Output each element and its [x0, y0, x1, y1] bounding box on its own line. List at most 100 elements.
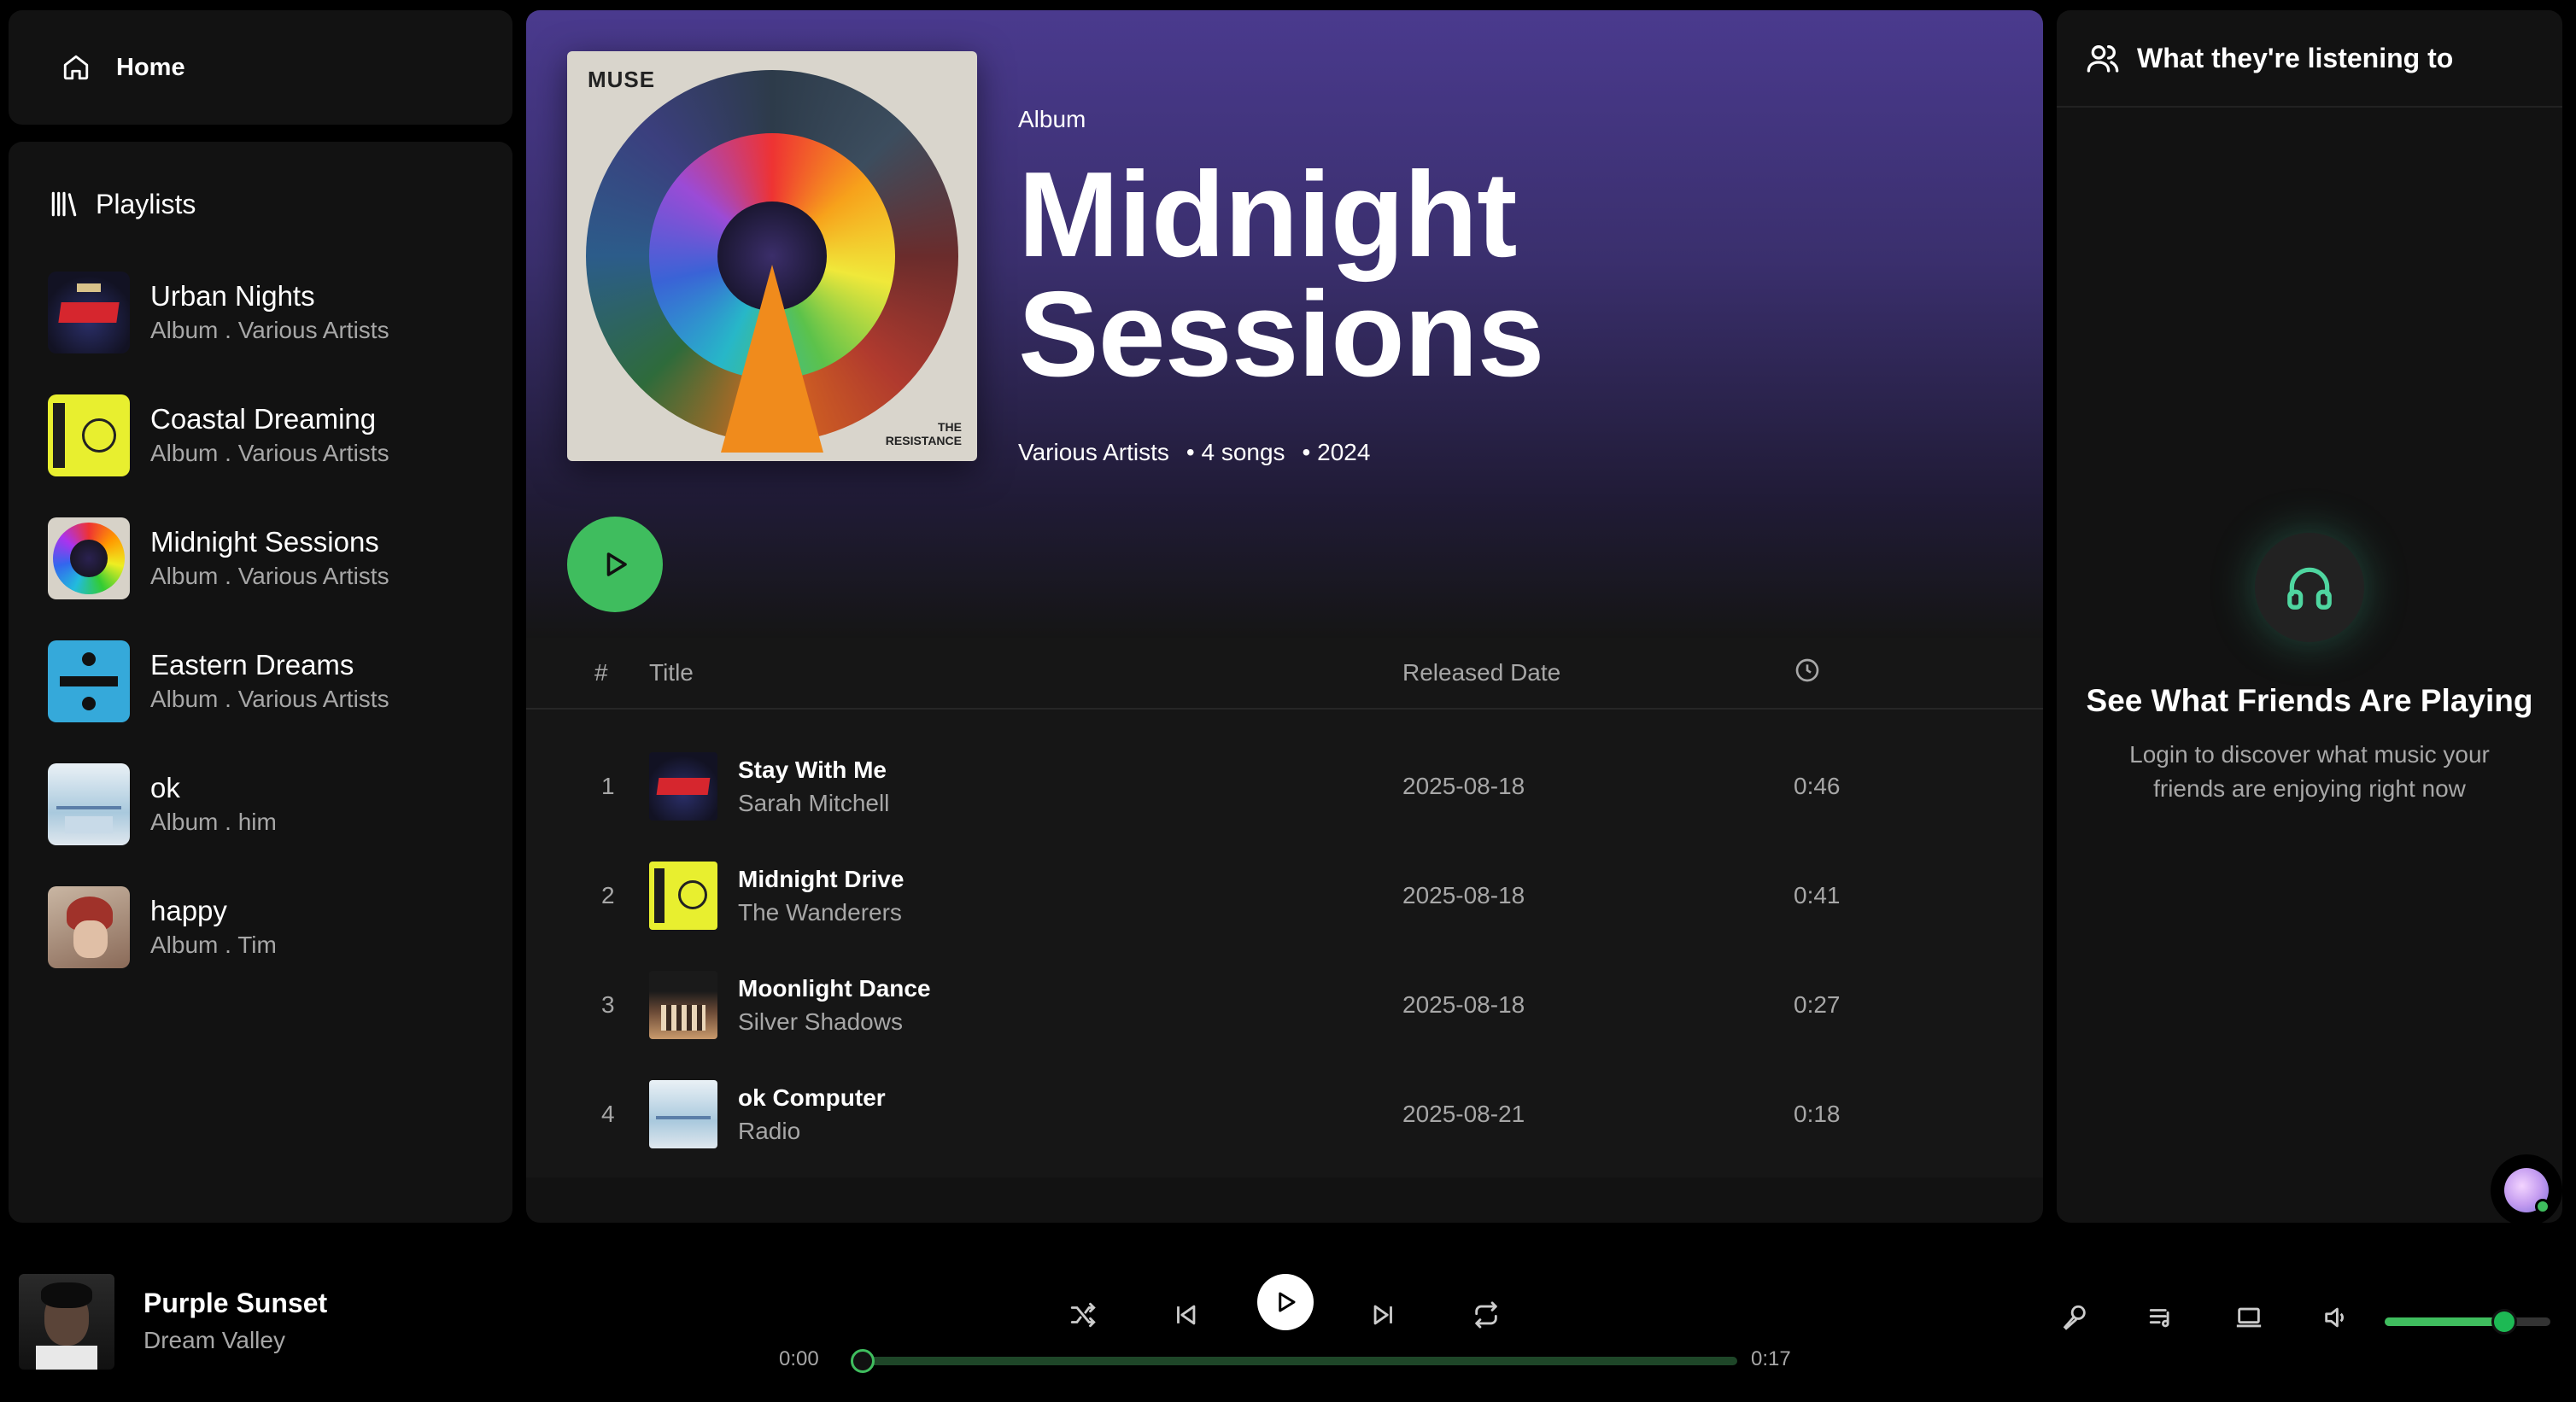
- album-meta: Various Artists • 4 songs • 2024: [1018, 439, 1371, 466]
- track-duration: 0:27: [1794, 991, 1841, 1018]
- track-duration: 0:46: [1794, 773, 1841, 799]
- track-art: [649, 971, 717, 1039]
- album-year: 2024: [1317, 439, 1371, 465]
- shuffle-button[interactable]: [1064, 1296, 1102, 1334]
- track-row[interactable]: 1 Stay With Me Sarah Mitchell 2025-08-18…: [526, 732, 2043, 841]
- track-title: Moonlight Dance: [738, 975, 931, 1002]
- playlist-title: Coastal Dreaming: [150, 403, 377, 435]
- cover-caption: THE RESISTANCE: [885, 420, 962, 447]
- resistance-cover: [48, 517, 130, 599]
- play-album-button[interactable]: [567, 517, 663, 612]
- now-playing-artist[interactable]: Dream Valley: [143, 1327, 285, 1354]
- playlist-item[interactable]: Midnight Sessions Album . Various Artist…: [9, 497, 512, 620]
- playlist-item[interactable]: Coastal Dreaming Album . Various Artists: [9, 374, 512, 497]
- home-icon: [63, 55, 89, 80]
- now-playing-title[interactable]: Purple Sunset: [143, 1288, 327, 1319]
- header-number: #: [594, 659, 608, 686]
- track-artist: Silver Shadows: [738, 1008, 903, 1035]
- track-artist: Radio: [738, 1118, 801, 1144]
- header-title[interactable]: Title: [649, 659, 694, 686]
- track-title: Midnight Drive: [738, 866, 905, 892]
- repeat-button[interactable]: [1467, 1296, 1505, 1334]
- home-label: Home: [116, 53, 185, 81]
- shuffle-icon: [1070, 1302, 1096, 1328]
- track-number: 3: [601, 991, 615, 1018]
- yellow-cover: [48, 394, 130, 476]
- album-song-count: 4 songs: [1201, 439, 1285, 465]
- playlist-item[interactable]: ok Album . him: [9, 743, 512, 866]
- playlists-label: Playlists: [96, 188, 196, 219]
- progress-knob[interactable]: [851, 1349, 875, 1373]
- track-date: 2025-08-21: [1402, 1101, 1525, 1127]
- track-row[interactable]: 3 Moonlight Dance Silver Shadows 2025-08…: [526, 950, 2043, 1060]
- track-list: # Title Released Date 1 Stay With Me Sar…: [526, 638, 2043, 1177]
- volume-button[interactable]: [2321, 1303, 2356, 1337]
- playlist-list: Urban Nights Album . Various Artists Coa…: [9, 236, 512, 989]
- play-pause-button[interactable]: [1257, 1274, 1314, 1330]
- playlist-item[interactable]: happy Album . Tim: [9, 866, 512, 989]
- track-artist: The Wanderers: [738, 899, 902, 926]
- queue-button[interactable]: [2147, 1303, 2181, 1337]
- track-artist: Sarah Mitchell: [738, 790, 890, 816]
- track-number: 2: [601, 882, 615, 908]
- skip-forward-icon: [1373, 1305, 1392, 1325]
- playlist-subtitle: Album . Various Artists: [150, 440, 389, 466]
- users-icon: [2087, 45, 2119, 73]
- volume-knob[interactable]: [2491, 1309, 2517, 1335]
- friends-panel: What they're listening to See What Frien…: [2057, 10, 2562, 1223]
- player-bar: Purple Sunset Dream Valley 0:00 0:17: [0, 1236, 2576, 1402]
- track-date: 2025-08-18: [1402, 773, 1525, 799]
- friends-placeholder-icon: [2255, 533, 2364, 642]
- play-icon: [1279, 1292, 1296, 1312]
- playlists-panel: Playlists Urban Nights Album . Various A…: [9, 142, 512, 1223]
- previous-button[interactable]: [1167, 1296, 1204, 1334]
- track-title: Stay With Me: [738, 756, 887, 783]
- total-time: 0:17: [1751, 1347, 1791, 1370]
- album-type-label: Album: [1018, 106, 1086, 132]
- playlist-title: ok: [150, 772, 180, 803]
- lyrics-button[interactable]: [2060, 1303, 2094, 1337]
- playlist-subtitle: Album . Various Artists: [150, 563, 389, 589]
- playlist-title: happy: [150, 895, 227, 926]
- album-cover: MUSE THE RESISTANCE: [567, 51, 977, 461]
- assistant-avatar-button[interactable]: [2491, 1154, 2562, 1223]
- volume-fill: [2385, 1317, 2504, 1326]
- volume-slider[interactable]: [2385, 1309, 2550, 1335]
- album-view: MUSE THE RESISTANCE Album Midnight Sessi…: [526, 10, 2043, 1223]
- progress-bar[interactable]: [851, 1349, 1737, 1373]
- track-duration: 0:18: [1794, 1101, 1841, 1127]
- friends-title: See What Friends Are Playing: [2086, 683, 2533, 718]
- friends-header-label: What they're listening to: [2137, 42, 2454, 73]
- current-time: 0:00: [779, 1347, 819, 1370]
- friends-header: What they're listening to: [2057, 10, 2562, 108]
- playlist-item[interactable]: Urban Nights Album . Various Artists: [9, 251, 512, 374]
- album-artist[interactable]: Various Artists: [1018, 439, 1169, 466]
- track-number: 4: [601, 1101, 615, 1127]
- headphones-icon: [2287, 567, 2332, 610]
- track-art: [649, 1080, 717, 1148]
- playlist-subtitle: Album . Various Artists: [150, 686, 389, 712]
- playlist-item[interactable]: Eastern Dreams Album . Various Artists: [9, 620, 512, 743]
- track-art: [649, 862, 717, 930]
- header-duration[interactable]: [1794, 657, 1821, 690]
- track-duration: 0:41: [1794, 882, 1841, 908]
- album-title-line1: Midnight: [1018, 147, 1517, 283]
- next-button[interactable]: [1365, 1296, 1402, 1334]
- playlist-subtitle: Album . Various Artists: [150, 317, 389, 343]
- header-date[interactable]: Released Date: [1402, 659, 1560, 686]
- skip-back-icon: [1177, 1305, 1196, 1325]
- track-date: 2025-08-18: [1402, 882, 1525, 908]
- track-row[interactable]: 4 ok Computer Radio 2025-08-21 0:18: [526, 1060, 2043, 1169]
- home-link[interactable]: Home: [9, 10, 512, 125]
- friends-description: Login to discover what music your friend…: [2129, 741, 2490, 802]
- album-title-line2: Sessions: [1018, 266, 1545, 402]
- track-row[interactable]: 2 Midnight Drive The Wanderers 2025-08-1…: [526, 841, 2043, 950]
- avatar: [2504, 1168, 2550, 1214]
- device-button[interactable]: [2234, 1303, 2269, 1337]
- library-icon: [51, 191, 77, 217]
- playlist-title: Urban Nights: [150, 280, 315, 312]
- playlist-title: Eastern Dreams: [150, 649, 354, 681]
- playlists-header[interactable]: Playlists: [9, 142, 512, 236]
- playlist-subtitle: Album . Tim: [150, 932, 277, 958]
- album-hero: MUSE THE RESISTANCE Album Midnight Sessi…: [526, 10, 2043, 638]
